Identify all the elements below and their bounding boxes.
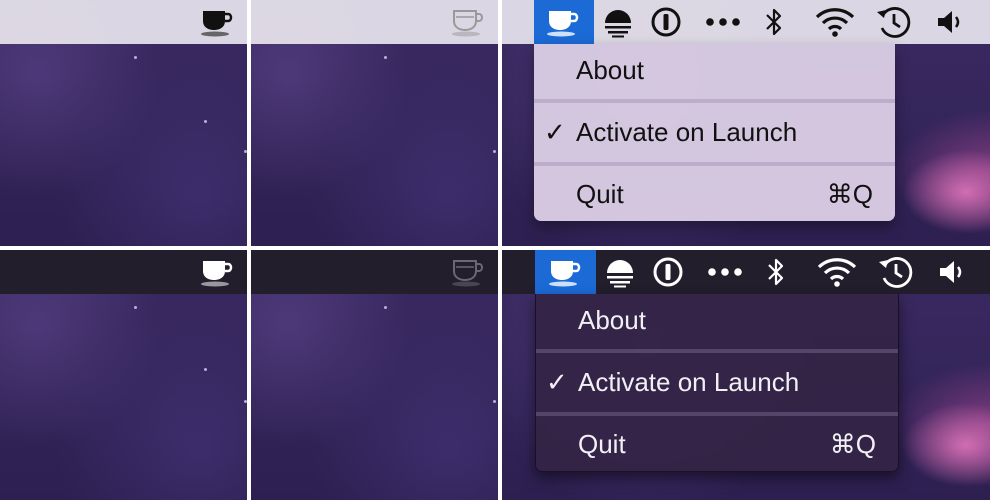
quit-shortcut: ⌘Q <box>826 178 873 209</box>
star <box>493 400 496 403</box>
checkmark-icon: ✓ <box>546 366 568 397</box>
volume-icon[interactable] <box>932 250 972 294</box>
menu-separator <box>534 99 895 103</box>
1password-keyhole-icon <box>653 257 683 287</box>
menu-bar <box>0 250 247 294</box>
quit-shortcut: ⌘Q <box>829 428 876 459</box>
menu-item-quit[interactable]: Quit ⌘Q <box>536 422 898 466</box>
bluetooth-icon[interactable] <box>758 0 790 44</box>
ellipsis-icon <box>708 268 742 276</box>
star <box>493 150 496 153</box>
bluetooth-icon <box>766 8 782 36</box>
menu-item-label: About <box>576 54 644 85</box>
panel-dark-active <box>0 250 247 500</box>
bluetooth-icon[interactable] <box>760 250 792 294</box>
caffeine-dropdown-menu: About ✓ Activate on Launch Quit ⌘Q <box>534 44 895 221</box>
sunset-icon[interactable] <box>598 0 638 44</box>
coffee-cup-icon <box>201 11 233 37</box>
caffeine-menu-icon[interactable] <box>447 250 491 294</box>
menu-item-label: Activate on Launch <box>576 116 798 147</box>
wifi-icon <box>815 8 855 37</box>
wifi-icon <box>817 258 857 287</box>
menu-item-quit[interactable]: Quit ⌘Q <box>534 172 895 216</box>
panel-light-menu-open: About ✓ Activate on Launch Quit ⌘Q <box>502 0 990 246</box>
wifi-icon[interactable] <box>814 250 860 294</box>
sunset-icon[interactable] <box>600 250 640 294</box>
star <box>134 56 137 59</box>
caffeine-menu-icon[interactable] <box>534 0 594 44</box>
coffee-cup-icon <box>201 261 233 287</box>
coffee-cup-icon <box>547 11 579 37</box>
star <box>384 306 387 309</box>
panel-dark-inactive <box>251 250 498 500</box>
menu-item-label: About <box>578 304 646 335</box>
volume-icon <box>938 11 960 33</box>
star <box>244 400 247 403</box>
time-machine-icon[interactable] <box>872 0 916 44</box>
wifi-icon[interactable] <box>812 0 858 44</box>
bluetooth-icon <box>768 258 784 286</box>
menu-item-activate-on-launch[interactable]: ✓ Activate on Launch <box>534 110 895 154</box>
menu-item-label: Quit <box>578 428 626 459</box>
star <box>244 150 247 153</box>
sunset-icon <box>605 10 631 38</box>
caffeine-menu-icon[interactable] <box>535 250 596 294</box>
1password-keyhole-icon <box>651 7 681 37</box>
star <box>134 306 137 309</box>
menu-separator <box>536 349 898 353</box>
menu-item-about[interactable]: About <box>536 298 898 342</box>
volume-icon <box>940 261 962 283</box>
panel-light-active <box>0 0 247 246</box>
coffee-cup-outline-icon <box>452 260 483 287</box>
menu-separator <box>534 162 895 166</box>
menu-item-activate-on-launch[interactable]: ✓ Activate on Launch <box>536 360 898 404</box>
caffeine-dropdown-menu: About ✓ Activate on Launch Quit ⌘Q <box>535 294 899 472</box>
time-machine-icon <box>877 7 911 38</box>
menu-bar <box>0 0 247 44</box>
time-machine-icon <box>879 257 913 288</box>
ellipsis-icon[interactable] <box>702 0 744 44</box>
checkmark-icon: ✓ <box>544 116 566 147</box>
coffee-cup-icon <box>548 261 580 287</box>
star <box>204 120 207 123</box>
star <box>384 56 387 59</box>
menu-item-about[interactable]: About <box>534 48 895 92</box>
menu-bar <box>502 250 990 294</box>
coffee-cup-outline-icon <box>452 10 483 37</box>
caffeine-menu-icon[interactable] <box>196 250 240 294</box>
menu-separator <box>536 412 898 416</box>
1password-keyhole-icon[interactable] <box>646 0 686 44</box>
menu-bar <box>251 0 498 44</box>
panel-light-inactive <box>251 0 498 246</box>
volume-icon[interactable] <box>930 0 970 44</box>
panel-dark-menu-open: About ✓ Activate on Launch Quit ⌘Q <box>502 250 990 500</box>
caffeine-menu-icon[interactable] <box>196 0 240 44</box>
menu-item-label: Quit <box>576 178 624 209</box>
time-machine-icon[interactable] <box>874 250 918 294</box>
menu-item-label: Activate on Launch <box>578 366 800 397</box>
caffeine-menu-icon[interactable] <box>447 0 491 44</box>
1password-keyhole-icon[interactable] <box>648 250 688 294</box>
sunset-icon <box>607 260 633 288</box>
ellipsis-icon <box>706 18 740 26</box>
menu-bar <box>251 250 498 294</box>
star <box>204 368 207 371</box>
menu-bar <box>502 0 990 44</box>
ellipsis-icon[interactable] <box>704 250 746 294</box>
